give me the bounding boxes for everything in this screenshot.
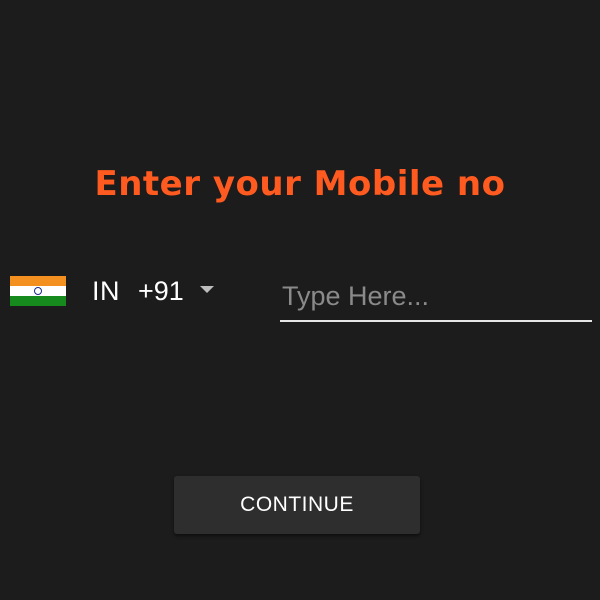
caret-down-icon[interactable] <box>199 285 214 293</box>
india-flag-icon <box>10 276 66 306</box>
country-code-picker[interactable]: IN +91 <box>10 268 250 314</box>
country-code-label: IN <box>92 275 120 306</box>
continue-button[interactable]: CONTINUE <box>174 476 420 534</box>
mobile-login-screen: Enter your Mobile no IN +91 CONTINUE <box>0 0 600 600</box>
mobile-number-input[interactable] <box>280 276 592 322</box>
page-title: Enter your Mobile no <box>94 164 506 204</box>
dial-code-label: +91 <box>138 275 184 306</box>
